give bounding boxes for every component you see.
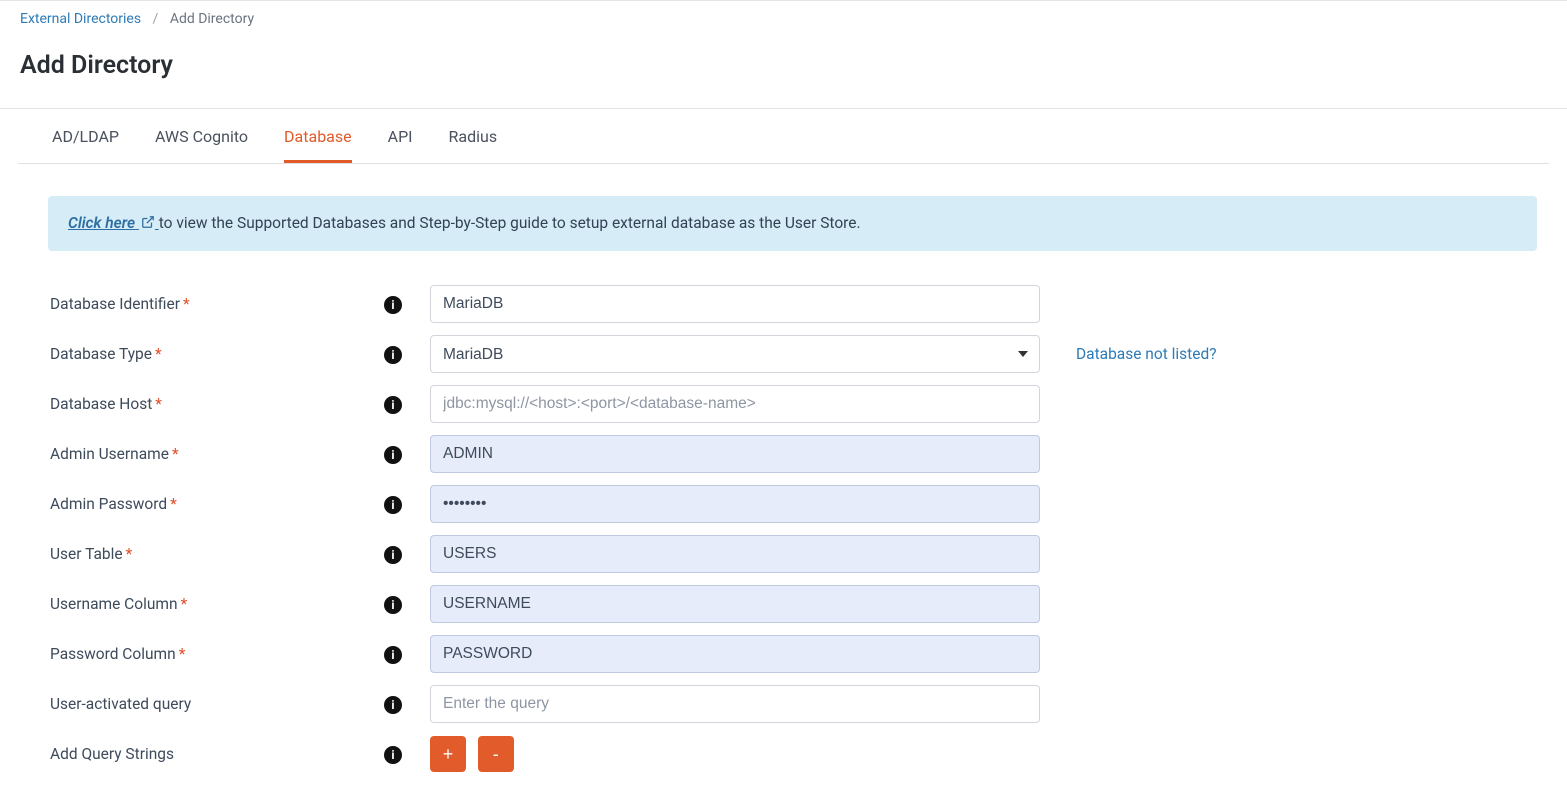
- help-icon[interactable]: i: [384, 446, 402, 464]
- info-banner-text: to view the Supported Databases and Step…: [159, 214, 861, 232]
- label-user-table: User Table*: [48, 545, 378, 563]
- password-column-input[interactable]: [430, 635, 1040, 673]
- help-icon[interactable]: i: [384, 596, 402, 614]
- label-db-type: Database Type*: [48, 345, 378, 363]
- breadcrumb-parent-link[interactable]: External Directories: [20, 11, 141, 27]
- tab-aws-cognito[interactable]: AWS Cognito: [155, 109, 248, 163]
- help-icon[interactable]: i: [384, 296, 402, 314]
- admin-password-input[interactable]: [430, 485, 1040, 523]
- label-db-host: Database Host*: [48, 395, 378, 413]
- db-type-select[interactable]: MariaDB: [430, 335, 1040, 373]
- info-banner-link-text: Click here: [68, 214, 135, 232]
- remove-query-button[interactable]: -: [478, 736, 514, 772]
- label-username-column: Username Column*: [48, 595, 378, 613]
- tabs: AD/LDAP AWS Cognito Database API Radius: [18, 109, 1549, 164]
- breadcrumb-separator: /: [153, 11, 159, 27]
- help-icon[interactable]: i: [384, 646, 402, 664]
- tab-radius[interactable]: Radius: [449, 109, 498, 163]
- label-admin-password: Admin Password*: [48, 495, 378, 513]
- tab-database[interactable]: Database: [284, 109, 352, 163]
- user-activated-query-input[interactable]: [430, 685, 1040, 723]
- external-link-icon: [141, 215, 155, 233]
- tab-adldap[interactable]: AD/LDAP: [52, 109, 119, 163]
- label-user-activated-query: User-activated query: [48, 695, 378, 713]
- help-icon[interactable]: i: [384, 346, 402, 364]
- db-host-input[interactable]: [430, 385, 1040, 423]
- help-icon[interactable]: i: [384, 746, 402, 764]
- admin-username-input[interactable]: [430, 435, 1040, 473]
- breadcrumb: External Directories / Add Directory: [0, 1, 1567, 35]
- database-not-listed-link[interactable]: Database not listed?: [1046, 345, 1276, 363]
- add-query-button[interactable]: +: [430, 736, 466, 772]
- username-column-input[interactable]: [430, 585, 1040, 623]
- tab-api[interactable]: API: [388, 109, 413, 163]
- label-db-identifier: Database Identifier*: [48, 295, 378, 313]
- label-admin-username: Admin Username*: [48, 445, 378, 463]
- help-icon[interactable]: i: [384, 546, 402, 564]
- info-banner-link[interactable]: Click here: [68, 214, 159, 232]
- help-icon[interactable]: i: [384, 496, 402, 514]
- db-identifier-input[interactable]: [430, 285, 1040, 323]
- info-banner: Click here to view the Supported Databas…: [48, 196, 1537, 251]
- user-table-input[interactable]: [430, 535, 1040, 573]
- label-add-query-strings: Add Query Strings: [48, 745, 378, 763]
- breadcrumb-current: Add Directory: [170, 11, 254, 27]
- label-password-column: Password Column*: [48, 645, 378, 663]
- page-title: Add Directory: [0, 35, 1567, 108]
- help-icon[interactable]: i: [384, 396, 402, 414]
- help-icon[interactable]: i: [384, 696, 402, 714]
